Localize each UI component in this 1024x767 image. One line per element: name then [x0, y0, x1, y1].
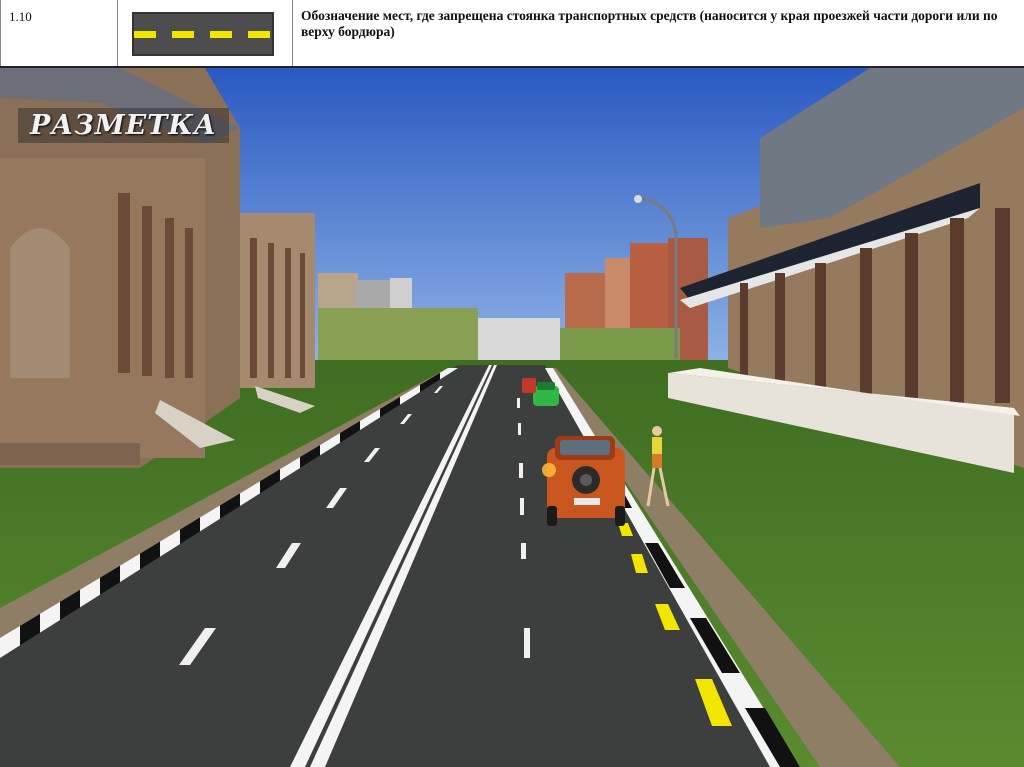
marking-sample-cell: [118, 0, 293, 66]
road-scene-illustration: РАЗМЕТКА: [0, 68, 1024, 767]
marking-number-cell: 1.10: [0, 0, 118, 66]
red-car-distant: [522, 378, 536, 393]
marking-description-table: 1.10 Обозначение мест, где запрещена сто…: [0, 0, 1024, 68]
marking-description-cell: Обозначение мест, где запрещена стоянка …: [293, 0, 1024, 66]
yellow-dash-stripe: [134, 31, 272, 38]
scene-title: РАЗМЕТКА: [18, 108, 229, 143]
suv-car-icon: [542, 436, 625, 526]
yellow-dashed-marking-sample: [132, 12, 274, 56]
marking-number: 1.10: [9, 9, 32, 24]
marking-description: Обозначение мест, где запрещена стоянка …: [301, 8, 998, 39]
